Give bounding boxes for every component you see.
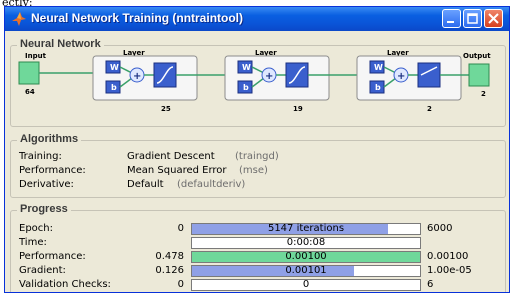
progress-start: 0 <box>177 279 184 290</box>
algorithms-group: Algorithms Training: Gradient Descent (t… <box>10 133 506 198</box>
progress-bar: 0.00100 <box>191 251 421 263</box>
progress-end: 1.00e-05 <box>427 265 472 276</box>
svg-text:+: + <box>397 71 405 82</box>
progress-label: Gradient: <box>19 265 66 276</box>
algorithm-label: Performance: <box>19 165 86 176</box>
svg-text:+: + <box>133 71 141 82</box>
matlab-icon <box>12 12 26 26</box>
progress-start: 0.478 <box>155 251 184 262</box>
section-title-progress: Progress <box>17 203 71 215</box>
network-diagram: Input 64 Layer W b + 25 Layer W b + 19 L… <box>18 49 491 113</box>
maximize-icon <box>467 13 478 24</box>
layer-2-size: 19 <box>293 105 303 113</box>
progress-bar-text: 0.00100 <box>285 251 327 262</box>
algorithm-code: (mse) <box>239 165 268 176</box>
progress-bar-text: 5147 iterations <box>267 223 345 234</box>
layer-1-w-text: W <box>110 63 119 72</box>
layer-1-size: 25 <box>161 105 171 113</box>
algorithm-label: Derivative: <box>19 179 74 190</box>
output-size: 2 <box>481 90 486 98</box>
progress-label: Performance: <box>19 251 86 262</box>
algorithm-code: (defaultderiv) <box>177 179 246 190</box>
progress-end: 6 <box>427 279 434 290</box>
minimize-icon <box>447 21 454 23</box>
neural-network-group: Neural Network Input 64 Layer W b + 25 L… <box>10 38 506 127</box>
progress-label: Time: <box>19 237 47 248</box>
input-size: 64 <box>25 88 35 96</box>
layer-1-b-text: b <box>111 83 117 92</box>
layer-2-w-text: W <box>242 63 251 72</box>
progress-start: 0.126 <box>155 265 184 276</box>
close-icon <box>488 13 499 24</box>
layer-2-b-text: b <box>243 83 249 92</box>
nntraintool-window: Neural Network Training (nntraintool) Ne… <box>4 6 510 293</box>
layer-3-b-text: b <box>375 83 381 92</box>
progress-bar: 0:00:08 <box>191 237 421 249</box>
progress-group: Progress Epoch: 0 5147 iterations 6000 T… <box>10 203 506 292</box>
svg-text:+: + <box>265 71 273 82</box>
progress-bar: 0.00101 <box>191 265 421 277</box>
window-title: Neural Network Training (nntraintool) <box>31 11 244 25</box>
output-block <box>468 63 490 87</box>
title-bar[interactable]: Neural Network Training (nntraintool) <box>5 7 509 31</box>
progress-label: Epoch: <box>19 223 53 234</box>
layer-2: Layer W b + 19 <box>224 49 330 113</box>
output-label: Output <box>463 52 491 60</box>
progress-bar: 5147 iterations <box>191 223 421 235</box>
algorithm-value: Gradient Descent <box>127 151 215 162</box>
progress-bar-text: 0 <box>302 279 310 290</box>
progress-bar-text: 0:00:08 <box>286 237 326 248</box>
progress-end: 0.00100 <box>427 251 469 262</box>
maximize-button[interactable] <box>463 9 482 28</box>
algorithm-value: Default <box>127 179 164 190</box>
layer-3: Layer W b + 2 <box>356 49 462 113</box>
progress-label: Validation Checks: <box>19 279 111 290</box>
progress-start: 0 <box>177 223 184 234</box>
section-title-algorithms: Algorithms <box>17 133 82 145</box>
layer-1: Layer W b + 25 <box>92 49 198 113</box>
input-block <box>18 61 40 85</box>
close-button[interactable] <box>484 9 503 28</box>
algorithm-label: Training: <box>19 151 62 162</box>
minimize-button[interactable] <box>442 9 461 28</box>
layer-3-w-text: W <box>374 63 383 72</box>
algorithm-value: Mean Squared Error <box>127 165 227 176</box>
progress-end: 6000 <box>427 223 453 234</box>
progress-bar-text: 0.00101 <box>285 265 327 276</box>
layer-3-size: 2 <box>427 105 432 113</box>
input-label: Input <box>25 52 47 60</box>
algorithm-code: (traingd) <box>235 151 279 162</box>
progress-bar: 0 <box>191 279 421 291</box>
